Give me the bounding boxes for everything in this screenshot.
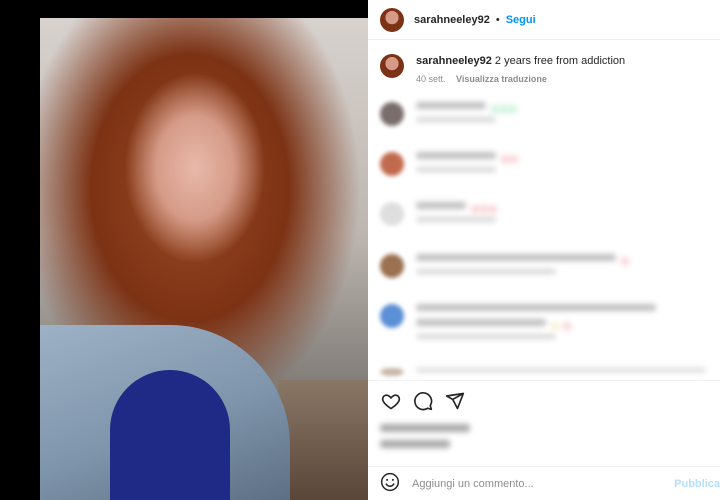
comment-content: ● ● ● bbox=[416, 202, 496, 230]
comment-content: ● ● bbox=[416, 152, 517, 180]
post-side-panel: sarahneeley92 • Segui sarahneeley92 2 ye… bbox=[368, 0, 720, 500]
comment-content: ● ● bbox=[416, 304, 656, 347]
list-item bbox=[380, 368, 706, 380]
comment-avatar[interactable] bbox=[380, 102, 404, 126]
comment-content: ● bbox=[416, 254, 628, 282]
post-photo bbox=[40, 18, 368, 500]
background-floor bbox=[278, 380, 368, 500]
caption-avatar[interactable] bbox=[380, 54, 404, 78]
add-comment-bar: Pubblica bbox=[368, 466, 720, 500]
blue-shirt bbox=[110, 370, 230, 500]
heart-icon[interactable] bbox=[380, 390, 402, 412]
caption-username[interactable]: sarahneeley92 bbox=[416, 55, 492, 67]
post-media[interactable] bbox=[0, 0, 368, 500]
separator-dot: • bbox=[495, 13, 500, 26]
publish-button[interactable]: Pubblica bbox=[674, 478, 720, 490]
comment-icon[interactable] bbox=[412, 390, 434, 412]
emoji-icon[interactable] bbox=[380, 472, 400, 495]
comment-avatar[interactable] bbox=[380, 368, 404, 376]
post-actions bbox=[368, 380, 720, 420]
list-item: ● ● ● bbox=[380, 102, 516, 130]
likes-info bbox=[380, 424, 470, 456]
caption-text: 2 years free from addiction bbox=[494, 55, 626, 67]
comment-avatar[interactable] bbox=[380, 254, 404, 278]
comment-avatar[interactable] bbox=[380, 304, 404, 328]
caption-body: sarahneeley92 2 years free from addictio… bbox=[416, 54, 625, 86]
author-avatar[interactable] bbox=[380, 7, 404, 32]
comment-content: ● ● ● bbox=[416, 102, 516, 130]
comment-content bbox=[416, 368, 706, 380]
comment-avatar[interactable] bbox=[380, 152, 404, 176]
follow-button[interactable]: Segui bbox=[506, 14, 536, 26]
list-item: ● ● bbox=[380, 152, 517, 180]
translate-link[interactable]: Visualizza traduzione bbox=[456, 74, 547, 84]
list-item: ● ● bbox=[380, 304, 656, 347]
comment-input[interactable] bbox=[412, 477, 652, 490]
share-icon[interactable] bbox=[444, 390, 466, 412]
author-username[interactable]: sarahneeley92 bbox=[414, 14, 490, 26]
comment-avatar[interactable] bbox=[380, 202, 404, 226]
post-header: sarahneeley92 • Segui bbox=[368, 0, 720, 40]
list-item: ● bbox=[380, 254, 628, 282]
list-item: ● ● ● bbox=[380, 202, 496, 230]
post-age: 40 sett. bbox=[416, 74, 446, 84]
caption-meta: 40 sett. Visualizza traduzione bbox=[416, 72, 625, 86]
caption: sarahneeley92 2 years free from addictio… bbox=[368, 40, 720, 86]
